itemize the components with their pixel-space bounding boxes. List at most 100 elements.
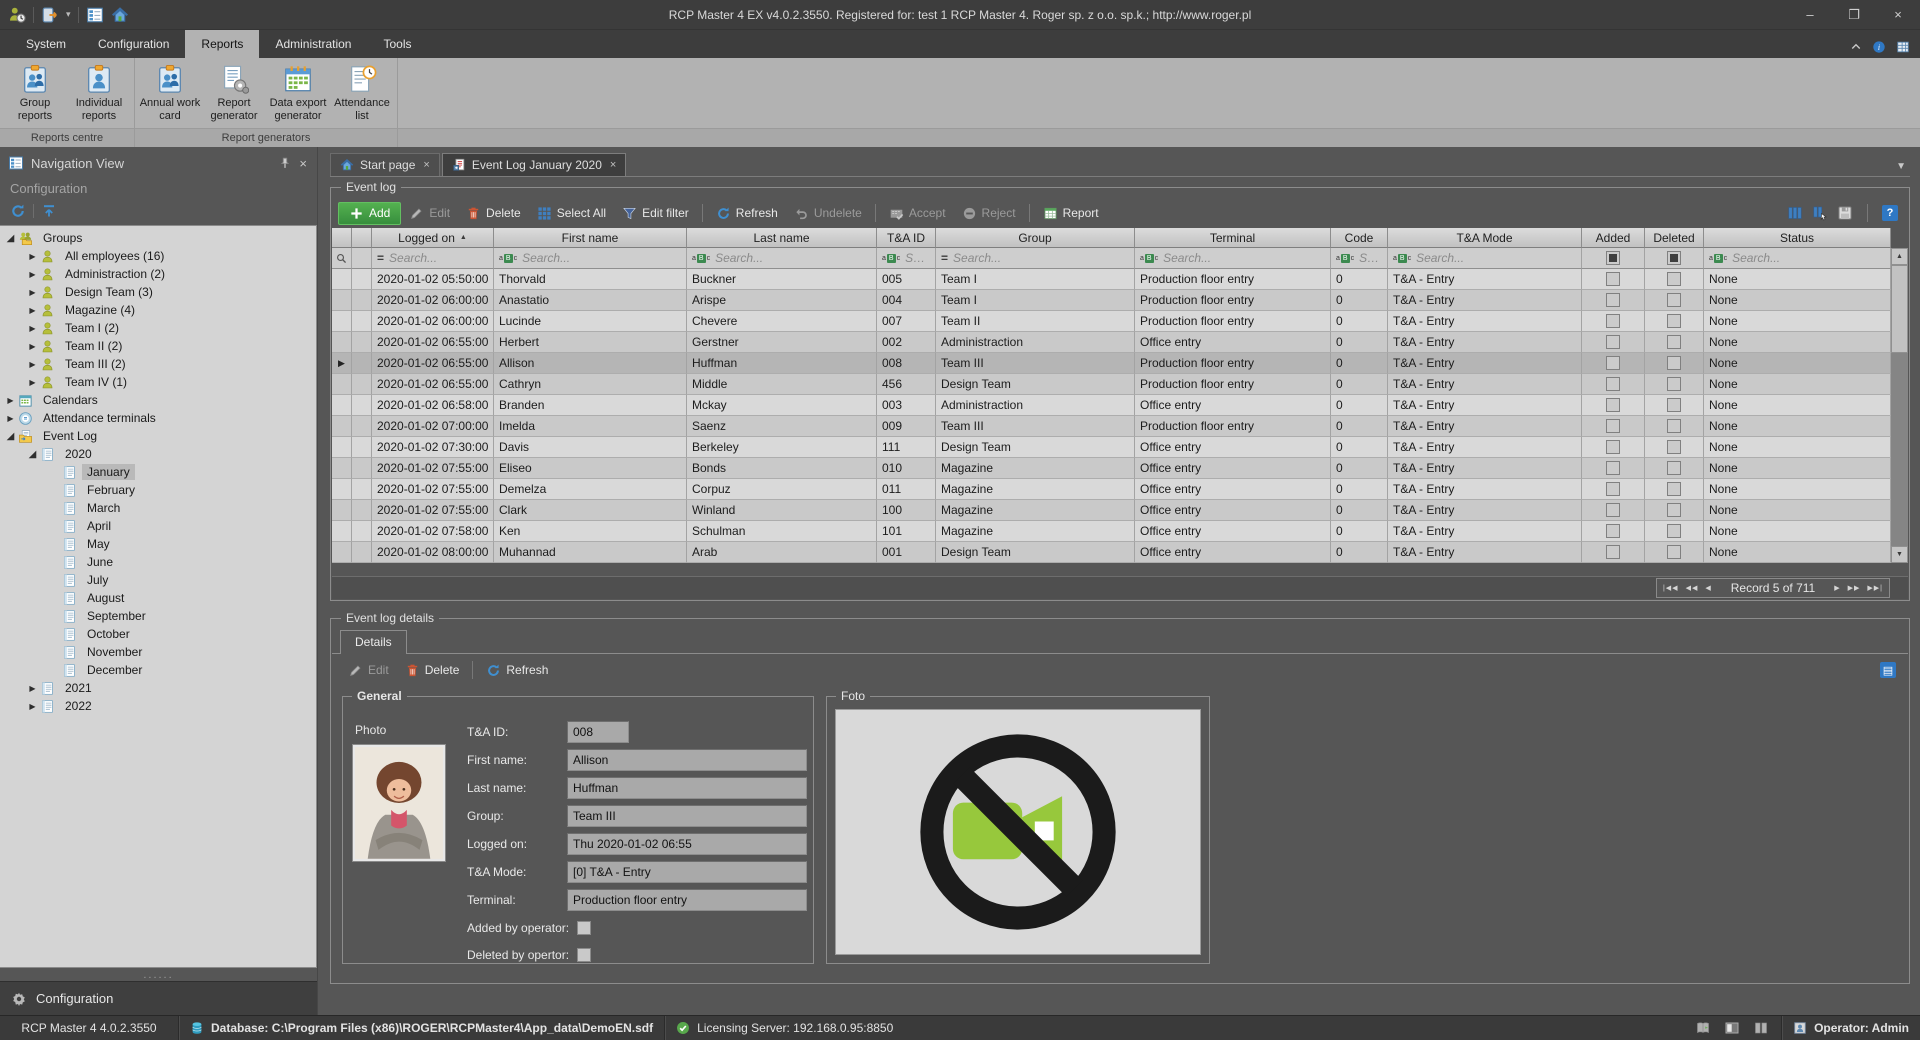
column-header-first-name[interactable]: First name [494, 228, 687, 248]
collapse-ribbon-icon[interactable] [1850, 41, 1862, 53]
column-header-code[interactable]: Code [1331, 228, 1388, 248]
expander-collapsed-icon[interactable]: ▶ [26, 288, 39, 297]
deleted-checkbox[interactable] [1667, 293, 1681, 307]
pin-icon[interactable] [278, 156, 292, 170]
field-input-logged-on[interactable] [567, 833, 807, 855]
previous-record-button[interactable]: ◀ [1705, 584, 1711, 592]
tab-event-log-january-2020[interactable]: Event Log January 2020× [442, 153, 627, 176]
expander-collapsed-icon[interactable]: ▶ [26, 702, 39, 711]
report-button[interactable]: Report [1035, 203, 1107, 224]
select-all-button[interactable]: Select All [529, 203, 614, 224]
tree-item-attendance-terminals[interactable]: ▶Attendance terminals [0, 409, 316, 427]
splitter-handle[interactable]: ...... [0, 968, 317, 981]
ribbon-button-attendance-list[interactable]: Attendance list [331, 61, 393, 127]
filter-cell-deleted[interactable] [1645, 248, 1704, 269]
filter-checkbox[interactable] [1606, 251, 1620, 265]
added-checkbox[interactable] [1606, 503, 1620, 517]
expander-collapsed-icon[interactable]: ▶ [26, 270, 39, 279]
field-input-terminal[interactable] [567, 889, 807, 911]
export-icon[interactable] [41, 6, 59, 24]
tree-item-2022[interactable]: ▶2022 [0, 697, 316, 715]
filter-cell-added[interactable] [1582, 248, 1645, 269]
expander-collapsed-icon[interactable]: ▶ [26, 342, 39, 351]
added-checkbox[interactable] [1606, 272, 1620, 286]
table-row[interactable]: 2020-01-02 05:50:00ThorvaldBuckner005Tea… [332, 269, 1891, 290]
column-header-terminal[interactable]: Terminal [1135, 228, 1331, 248]
added-checkbox[interactable] [1606, 419, 1620, 433]
table-row[interactable]: 2020-01-02 07:55:00EliseoBonds010Magazin… [332, 458, 1891, 479]
tree-item-team-i-2[interactable]: ▶Team I (2) [0, 319, 316, 337]
expander-collapsed-icon[interactable]: ▶ [26, 684, 39, 693]
tree-item-march[interactable]: March [0, 499, 316, 517]
columns-toggle-icon[interactable] [1753, 1020, 1769, 1036]
column-header-last-name[interactable]: Last name [687, 228, 877, 248]
filter-checkbox[interactable] [1667, 251, 1681, 265]
deleted-checkbox[interactable] [1667, 419, 1681, 433]
sync-log-icon[interactable] [1695, 1020, 1711, 1036]
search-placeholder[interactable]: Search... [522, 251, 570, 265]
menu-tab-configuration[interactable]: Configuration [82, 30, 185, 58]
table-row[interactable]: 2020-01-02 06:00:00AnastatioArispe004Tea… [332, 290, 1891, 311]
added-checkbox[interactable] [1606, 314, 1620, 328]
checkbox-deleted-by-opertor[interactable] [577, 948, 591, 962]
column-header-logged-on[interactable]: Logged on▲ [372, 228, 494, 248]
previous-page-button[interactable]: ◀◀ [1686, 584, 1699, 592]
field-input-t-a-id[interactable] [567, 721, 629, 743]
refresh-tree-icon[interactable] [10, 203, 26, 219]
expander-collapsed-icon[interactable]: ▶ [26, 324, 39, 333]
panel-toggle-icon[interactable] [1724, 1020, 1740, 1036]
navigation-view-icon[interactable] [86, 6, 104, 24]
edit-filter-button[interactable]: Edit filter [614, 203, 697, 224]
search-placeholder[interactable]: Search... [953, 251, 1001, 265]
info-icon[interactable]: i [1872, 40, 1886, 54]
deleted-checkbox[interactable] [1667, 314, 1681, 328]
tree-item-design-team-3[interactable]: ▶Design Team (3) [0, 283, 316, 301]
column-header-added[interactable]: Added [1582, 228, 1645, 248]
tree-item-september[interactable]: September [0, 607, 316, 625]
added-checkbox[interactable] [1606, 440, 1620, 454]
expander-collapsed-icon[interactable]: ▶ [4, 396, 17, 405]
filter-cell-group[interactable]: =Search... [936, 248, 1135, 269]
close-button[interactable]: × [1876, 0, 1920, 29]
filter-cell-terminal[interactable]: aBcSearch... [1135, 248, 1331, 269]
filter-cell-t-a-id[interactable]: aBcSearch... [877, 248, 936, 269]
sidebar-item-configuration[interactable]: Configuration [0, 981, 317, 1015]
column-chooser-icon[interactable] [1812, 205, 1828, 221]
close-tab-icon[interactable]: × [421, 159, 429, 171]
ribbon-button-annual-work-card[interactable]: Annual work card [139, 61, 201, 127]
expander-expanded-icon[interactable]: ◢ [4, 233, 17, 244]
deleted-checkbox[interactable] [1667, 503, 1681, 517]
column-header-t-a-id[interactable]: T&A ID [877, 228, 936, 248]
tree-item-groups[interactable]: ◢Groups [0, 229, 316, 247]
last-record-button[interactable]: ▶▶| [1867, 584, 1883, 592]
tree-item-july[interactable]: July [0, 571, 316, 589]
search-placeholder[interactable]: Search... [1163, 251, 1211, 265]
menu-tab-reports[interactable]: Reports [185, 30, 259, 58]
ribbon-button-report-generator[interactable]: Report generator [203, 61, 265, 127]
expander-collapsed-icon[interactable]: ▶ [26, 378, 39, 387]
scroll-up-button[interactable]: ▲ [1891, 248, 1908, 265]
column-header-status[interactable]: Status [1704, 228, 1891, 248]
tree-item-2021[interactable]: ▶2021 [0, 679, 316, 697]
search-placeholder[interactable]: Search... [905, 251, 930, 265]
filter-cell-first-name[interactable]: aBc Search... [494, 248, 687, 269]
ribbon-button-group-reports[interactable]: Group reports [4, 61, 66, 127]
added-checkbox[interactable] [1606, 461, 1620, 475]
filter-cell-code[interactable]: aBcSearch... [1331, 248, 1388, 269]
menu-tab-administration[interactable]: Administration [259, 30, 367, 58]
field-input-group[interactable] [567, 805, 807, 827]
tab-list-chevron-icon[interactable]: ▼ [1896, 161, 1910, 176]
text-filter-icon[interactable]: aBc [692, 254, 710, 263]
tree-item-all-employees-16[interactable]: ▶All employees (16) [0, 247, 316, 265]
table-row[interactable]: 2020-01-02 07:30:00DavisBerkeley111Desig… [332, 437, 1891, 458]
help-icon[interactable]: ? [1882, 205, 1898, 221]
tree-item-april[interactable]: April [0, 517, 316, 535]
text-filter-icon[interactable]: aBc [499, 254, 517, 263]
tab-start-page[interactable]: Start page× [330, 153, 440, 176]
dropdown-caret-icon[interactable]: ▾ [66, 9, 71, 20]
next-page-button[interactable]: ▶▶ [1848, 584, 1861, 592]
added-checkbox[interactable] [1606, 377, 1620, 391]
deleted-checkbox[interactable] [1667, 272, 1681, 286]
added-checkbox[interactable] [1606, 356, 1620, 370]
added-checkbox[interactable] [1606, 335, 1620, 349]
